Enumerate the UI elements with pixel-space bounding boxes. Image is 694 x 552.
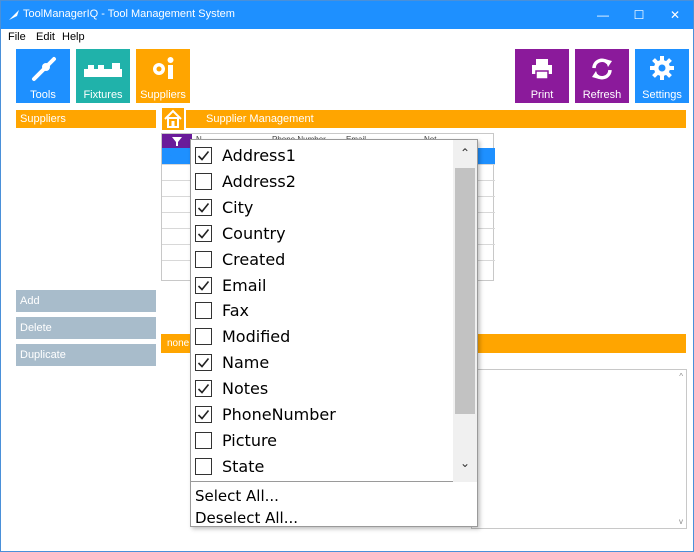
checkbox-address1[interactable] — [195, 147, 212, 164]
column-option-picture[interactable]: Picture — [195, 428, 453, 454]
select-all-button[interactable]: Select All... — [195, 487, 279, 505]
suppliers-icon — [153, 57, 174, 79]
window-title: ToolManagerIQ - Tool Management System — [23, 8, 235, 20]
feather-icon — [9, 10, 19, 20]
print-label: Print — [530, 89, 554, 101]
suppliers-panel-header: Suppliers — [16, 110, 156, 128]
popup-scrollbar[interactable]: ⌃ ⌄ — [453, 140, 477, 482]
duplicate-button[interactable]: Duplicate — [16, 344, 156, 366]
checkbox-fax[interactable] — [195, 302, 212, 320]
checkbox-name[interactable] — [195, 354, 212, 372]
refresh-button[interactable]: Refresh — [575, 49, 629, 103]
tools-button[interactable]: Tools — [16, 49, 70, 103]
title-bar: ToolManagerIQ - Tool Management System —… — [1, 1, 693, 29]
column-option-label: Modified — [222, 327, 291, 347]
row-indicator-icon: ▷ — [165, 150, 172, 160]
deselect-all-button[interactable]: Deselect All... — [195, 509, 298, 527]
column-option-country[interactable]: Country — [195, 221, 453, 247]
menu-help[interactable]: Help — [62, 31, 85, 43]
checkbox-city[interactable] — [195, 198, 212, 216]
checkbox-email[interactable] — [195, 276, 212, 294]
column-option-phonenumber[interactable]: PhoneNumber — [195, 402, 453, 428]
fixtures-label: Fixtures — [83, 89, 123, 101]
fixtures-icon — [84, 63, 122, 77]
scroll-up-icon[interactable]: ^ — [679, 372, 683, 381]
column-option-state[interactable]: State — [195, 454, 453, 480]
column-option-email[interactable]: Email — [195, 273, 453, 299]
scroll-down-icon[interactable]: v — [679, 517, 683, 526]
settings-button[interactable]: Settings — [635, 49, 689, 103]
column-chooser-popup: Address1 Address2 City Country Created Email F… — [190, 139, 478, 527]
checkbox-created[interactable] — [195, 250, 212, 268]
gear-icon — [650, 56, 674, 80]
suppliers-button[interactable]: Suppliers — [136, 49, 190, 103]
column-option-label: Created — [222, 249, 286, 269]
supplier-management-header: Supplier Management — [186, 110, 686, 128]
column-option-label: PhoneNumber — [222, 405, 336, 424]
checkbox-address2[interactable] — [195, 172, 212, 190]
column-option-label: Address2 — [222, 171, 296, 191]
home-icon[interactable] — [162, 108, 184, 130]
print-button[interactable]: Print — [515, 49, 569, 103]
column-option-modified[interactable]: Modified — [195, 324, 453, 350]
column-option-name[interactable]: Name — [195, 350, 453, 376]
maximize-button[interactable]: ☐ — [621, 1, 657, 29]
checkbox-state[interactable] — [195, 457, 212, 475]
tools-icon — [32, 57, 56, 81]
column-option-notes[interactable]: Notes — [195, 376, 453, 402]
menu-file[interactable]: File — [8, 31, 26, 43]
printer-icon — [532, 59, 552, 80]
column-option-fax[interactable]: Fax — [195, 298, 453, 324]
column-option-label: City — [222, 197, 254, 217]
checkbox-picture[interactable] — [195, 431, 212, 449]
add-button[interactable]: Add — [16, 290, 156, 312]
chevron-down-icon[interactable]: ⌄ — [453, 456, 477, 470]
delete-button[interactable]: Delete — [16, 317, 156, 339]
tools-label: Tools — [30, 89, 56, 101]
menu-bar: File Edit Help — [1, 29, 693, 46]
menu-edit[interactable]: Edit — [36, 31, 55, 43]
column-option-created[interactable]: Created — [195, 247, 453, 273]
column-option-label: Address1 — [222, 146, 296, 165]
refresh-icon — [592, 58, 612, 80]
column-chooser-list: Address1 Address2 City Country Created Email F… — [191, 140, 477, 482]
column-option-label: Email — [222, 275, 267, 295]
column-option-label: Country — [222, 223, 286, 243]
checkbox-phonenumber[interactable] — [195, 406, 212, 423]
suppliers-label: Suppliers — [140, 89, 186, 101]
notes-textarea[interactable]: ^ v — [471, 369, 687, 529]
checkbox-country[interactable] — [195, 224, 212, 242]
settings-label: Settings — [642, 89, 682, 101]
filter-icon[interactable] — [162, 134, 192, 148]
column-option-label: Fax — [222, 301, 250, 321]
column-option-label: State — [222, 456, 265, 476]
chevron-up-icon[interactable]: ⌃ — [453, 146, 477, 160]
column-option-label: Name — [222, 353, 270, 373]
column-option-city[interactable]: City — [195, 195, 453, 221]
checkbox-notes[interactable] — [195, 380, 212, 398]
column-option-label: Notes — [222, 379, 269, 399]
minimize-button[interactable]: — — [585, 1, 621, 29]
checkbox-modified[interactable] — [195, 328, 212, 346]
refresh-label: Refresh — [582, 89, 622, 101]
column-option-label: Picture — [222, 430, 278, 450]
column-option-address1[interactable]: Address1 — [195, 143, 453, 169]
app-window: ToolManagerIQ - Tool Management System —… — [0, 0, 694, 552]
close-button[interactable]: ✕ — [657, 1, 693, 29]
column-option-address2[interactable]: Address2 — [195, 169, 453, 195]
fixtures-button[interactable]: Fixtures — [76, 49, 130, 103]
scrollbar-thumb[interactable] — [455, 168, 475, 414]
